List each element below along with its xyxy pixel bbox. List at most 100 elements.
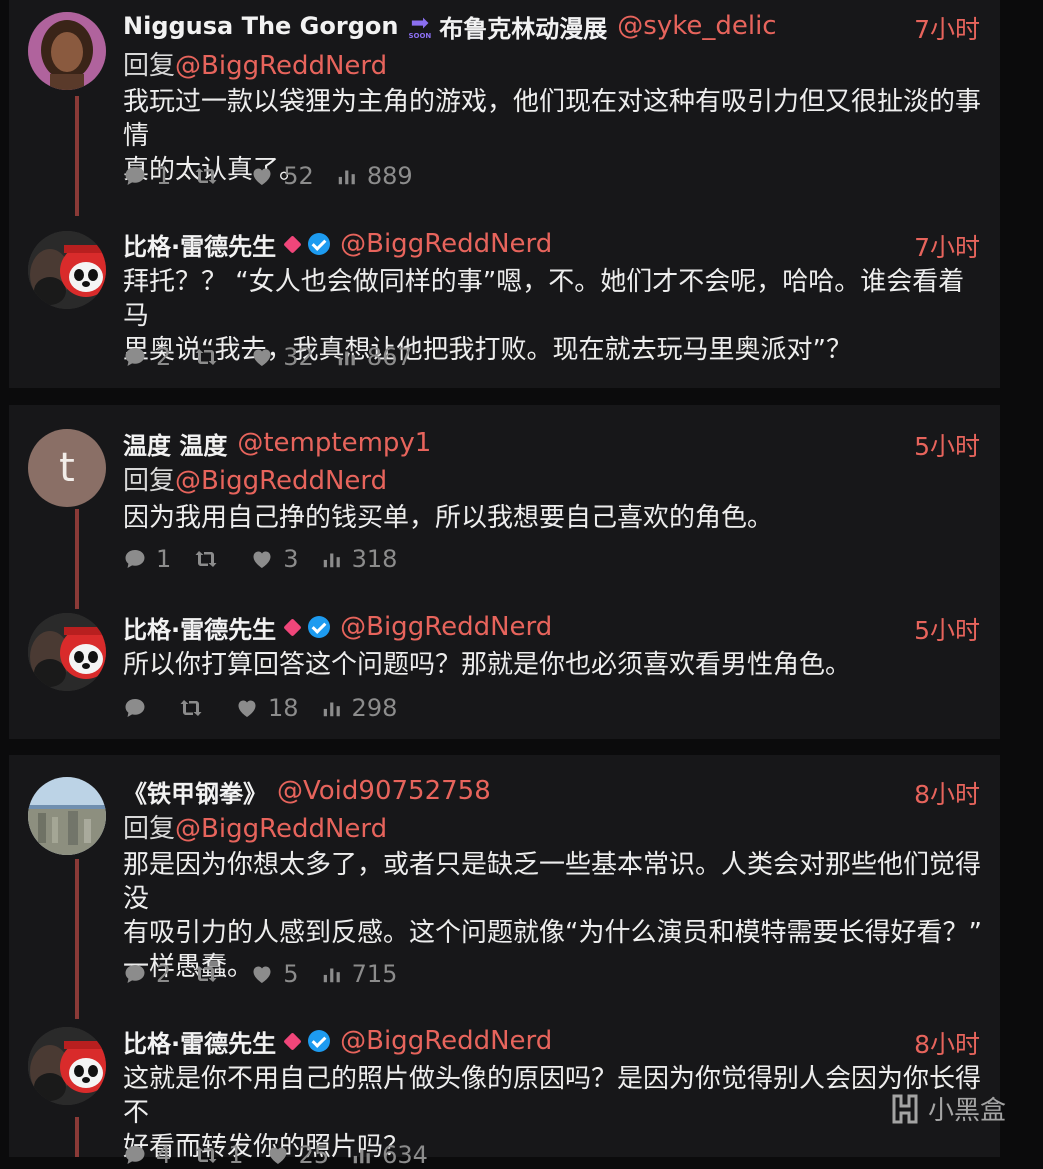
- avatar[interactable]: [28, 613, 106, 691]
- bar-chart-icon: [321, 547, 343, 571]
- tweet-text: 因为我用自己挣的钱买单，所以我想要自己喜欢的角色。: [123, 503, 774, 533]
- display-name[interactable]: 比格·雷德先生: [123, 227, 276, 262]
- tweet-actions: 2 32 867: [123, 343, 435, 371]
- tweet-header: Niggusa The Gorgon ➡ SOON 布鲁克林动漫展 @syke_d…: [123, 10, 777, 43]
- avatar[interactable]: [28, 231, 106, 309]
- reply-icon: [123, 164, 147, 188]
- heart-icon: [235, 696, 259, 720]
- tweet-actions: 1 3 318: [123, 545, 419, 573]
- retweet-button[interactable]: [178, 696, 213, 720]
- heart-icon: [250, 547, 274, 571]
- thread-card: t 温度 温度 @temptempy1 5小时 回复@BiggReddNerd …: [9, 405, 1000, 739]
- retweet-button[interactable]: 1: [193, 1141, 244, 1169]
- views-button[interactable]: 715: [321, 960, 397, 988]
- soon-arrow-icon: ➡ SOON: [408, 10, 432, 40]
- reply-button[interactable]: 4: [123, 1141, 171, 1169]
- retweet-icon: [193, 962, 219, 986]
- reply-button[interactable]: 2: [123, 343, 171, 371]
- diamond-icon: [283, 617, 302, 637]
- reply-icon: [123, 547, 147, 571]
- user-handle[interactable]: @BiggReddNerd: [340, 612, 552, 642]
- verified-badge-icon: [308, 233, 331, 255]
- thread-card: 《铁甲钢拳》 @Void90752758 8小时 回复@BiggReddNerd…: [9, 755, 1000, 1169]
- reply-button[interactable]: [123, 696, 156, 720]
- tweet[interactable]: Niggusa The Gorgon ➡ SOON 布鲁克林动漫展 @syke_d…: [9, 0, 1000, 210]
- heart-icon: [250, 962, 274, 986]
- reply-icon: [123, 1143, 147, 1167]
- diamond-icon: [283, 234, 302, 254]
- tweet[interactable]: 《铁甲钢拳》 @Void90752758 8小时 回复@BiggReddNerd…: [9, 773, 1000, 1023]
- bar-chart-icon: [321, 696, 343, 720]
- like-button[interactable]: 18: [235, 694, 299, 722]
- bar-chart-icon: [351, 1143, 373, 1167]
- avatar[interactable]: [28, 12, 106, 90]
- display-name[interactable]: 比格·雷德先生: [123, 610, 276, 645]
- display-name-suffix: 布鲁克林动漫展: [439, 14, 608, 43]
- retweet-icon: [178, 696, 204, 720]
- tweet[interactable]: 比格·雷德先生 @BiggReddNerd 5小时 所以你打算回答这个问题吗？那…: [9, 601, 1000, 731]
- retweet-button[interactable]: [193, 164, 228, 188]
- bar-chart-icon: [336, 164, 358, 188]
- timestamp[interactable]: 8小时: [914, 775, 980, 811]
- views-button[interactable]: 867: [336, 343, 413, 371]
- retweet-icon: [193, 1143, 219, 1167]
- user-handle[interactable]: @BiggReddNerd: [340, 229, 552, 259]
- tweet-header: 比格·雷德先生 @BiggReddNerd: [123, 610, 552, 645]
- like-button[interactable]: 25: [266, 1141, 329, 1169]
- avatar[interactable]: t: [28, 429, 106, 507]
- display-name[interactable]: 比格·雷德先生: [123, 1024, 276, 1059]
- timestamp[interactable]: 8小时: [914, 1025, 980, 1061]
- reply-button[interactable]: 1: [123, 545, 171, 573]
- tweet-header: 比格·雷德先生 @BiggReddNerd: [123, 1024, 552, 1059]
- heart-icon: [250, 164, 274, 188]
- retweet-button[interactable]: [193, 547, 228, 571]
- user-handle[interactable]: @Void90752758: [277, 776, 491, 806]
- retweet-button[interactable]: [193, 962, 228, 986]
- views-button[interactable]: 889: [336, 162, 413, 190]
- retweet-icon: [193, 547, 219, 571]
- views-button[interactable]: 318: [321, 545, 397, 573]
- reply-mention[interactable]: @BiggReddNerd: [175, 466, 387, 496]
- retweet-icon: [193, 345, 219, 369]
- thread-card: Niggusa The Gorgon ➡ SOON 布鲁克林动漫展 @syke_d…: [9, 0, 1000, 388]
- display-name[interactable]: 《铁甲钢拳》: [123, 774, 267, 809]
- like-button[interactable]: 3: [250, 545, 299, 573]
- reply-mention[interactable]: @BiggReddNerd: [175, 814, 387, 844]
- bar-chart-icon: [336, 345, 358, 369]
- verified-badge-icon: [308, 616, 331, 638]
- avatar[interactable]: [28, 777, 106, 855]
- tweet-actions: 18 298: [123, 694, 419, 722]
- reply-button[interactable]: 2: [123, 960, 171, 988]
- like-button[interactable]: 5: [250, 960, 299, 988]
- user-handle[interactable]: @temptempy1: [237, 428, 431, 458]
- tweet-actions: 2 5 715: [123, 960, 419, 988]
- timestamp[interactable]: 5小时: [914, 611, 980, 647]
- verified-badge-icon: [308, 1030, 331, 1052]
- display-name[interactable]: 温度 温度: [123, 426, 227, 461]
- diamond-icon: [283, 1031, 302, 1051]
- tweet-actions: 4 1 25 634: [123, 1141, 450, 1169]
- like-button[interactable]: 52: [250, 162, 314, 190]
- timestamp[interactable]: 5小时: [914, 427, 980, 463]
- user-handle[interactable]: @BiggReddNerd: [340, 1026, 552, 1056]
- retweet-button[interactable]: [193, 345, 228, 369]
- like-button[interactable]: 32: [250, 343, 314, 371]
- tweet-header: 《铁甲钢拳》 @Void90752758: [123, 774, 491, 809]
- timestamp[interactable]: 7小时: [914, 10, 980, 46]
- display-name[interactable]: Niggusa The Gorgon: [123, 12, 398, 40]
- reply-button[interactable]: 1: [123, 162, 171, 190]
- views-button[interactable]: 634: [351, 1141, 428, 1169]
- timestamp[interactable]: 7小时: [914, 228, 980, 264]
- reply-icon: [123, 962, 147, 986]
- tweet[interactable]: 比格·雷德先生 @BiggReddNerd 8小时 这就是你不用自己的照片做头像…: [9, 1021, 1000, 1169]
- tweet[interactable]: t 温度 温度 @temptempy1 5小时 回复@BiggReddNerd …: [9, 417, 1000, 597]
- heart-icon: [250, 345, 274, 369]
- avatar[interactable]: [28, 1027, 106, 1105]
- tweet[interactable]: 比格·雷德先生 @BiggReddNerd 7小时 拜托？？ “女人也会做同样的…: [9, 218, 1000, 388]
- tweet-header: 温度 温度 @temptempy1: [123, 426, 431, 461]
- views-button[interactable]: 298: [321, 694, 397, 722]
- reply-icon: [123, 345, 147, 369]
- user-handle[interactable]: @syke_delic: [617, 11, 776, 41]
- reply-mention[interactable]: @BiggReddNerd: [175, 51, 387, 81]
- retweet-icon: [193, 164, 219, 188]
